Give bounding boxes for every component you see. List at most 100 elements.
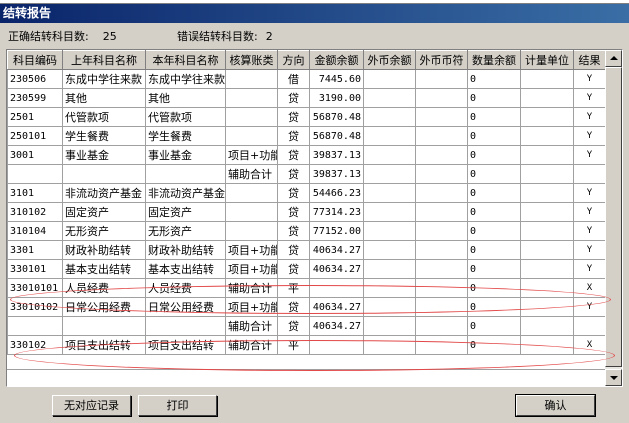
column-header[interactable]: 外币余额: [363, 50, 416, 70]
table-cell: [520, 126, 574, 146]
table-cell: 辅助合计: [225, 164, 278, 184]
table-cell: 东成中学往来款: [145, 69, 226, 89]
table-cell: 贷: [277, 240, 310, 260]
table-cell: [520, 145, 574, 165]
table-cell: 33010102: [7, 297, 63, 317]
table-row[interactable]: 330102 项目支出结转 项目支出结转 辅助合计平 0 X: [7, 335, 605, 355]
result-grid[interactable]: 科目编码 上年科目名称 本年科目名称 核算账类 方向 金额余额 外币余额 外币币符 数量余额 计量…: [6, 49, 623, 387]
scroll-thumb[interactable]: [605, 67, 622, 367]
scroll-down-button[interactable]: [605, 369, 622, 386]
table-cell: 学生餐费: [145, 126, 226, 146]
column-header[interactable]: 数量余额: [467, 50, 521, 70]
column-header[interactable]: 核算账类: [225, 50, 278, 70]
table-cell: [62, 316, 146, 336]
table-cell: [415, 240, 468, 260]
table-row[interactable]: 310102 固定资产 固定资产贷 77314.23 0 Y: [7, 202, 605, 222]
table-cell: [415, 259, 468, 279]
header-row: 科目编码 上年科目名称 本年科目名称 核算账类 方向 金额余额 外币余额 外币币符 数量余额 计量…: [7, 50, 605, 70]
table-cell: [520, 107, 574, 127]
table-cell: Y: [573, 259, 605, 279]
arrow-up-icon: [610, 56, 618, 60]
table-cell: 0: [467, 202, 521, 222]
table-cell: 财政补助结转: [62, 240, 146, 260]
table-cell: [225, 88, 278, 108]
table-cell: 项目+功能: [225, 145, 278, 165]
table-cell: Y: [573, 107, 605, 127]
table-cell: [225, 221, 278, 241]
table-cell: [520, 259, 574, 279]
table-cell: 项目+功能: [225, 297, 278, 317]
table-cell: [415, 335, 468, 355]
no-match-records-button[interactable]: 无对应记录: [52, 395, 131, 416]
column-header[interactable]: 外币币符: [415, 50, 468, 70]
confirm-button[interactable]: 确认: [515, 394, 596, 417]
table-cell: [520, 164, 574, 184]
column-header[interactable]: 方向: [277, 50, 310, 70]
table-cell: 230506: [7, 69, 63, 89]
table-row[interactable]: 3301 财政补助结转 财政补助结转 项目+功能贷 40634.27 0 Y: [7, 240, 605, 260]
table-cell: 贷: [277, 88, 310, 108]
table-row[interactable]: 33010102 日常公用经费 日常公用经费 项目+功能贷 40634.27 0 Y: [7, 297, 605, 317]
table-row[interactable]: 2501 代管款项 代管款项贷 56870.48 0 Y: [7, 107, 605, 127]
table-cell: [520, 88, 574, 108]
table-cell: [225, 126, 278, 146]
table-cell: X: [573, 335, 605, 355]
table-cell: [573, 164, 605, 184]
vertical-scrollbar[interactable]: [605, 50, 622, 386]
correct-count-value: 25: [102, 30, 117, 43]
column-header[interactable]: 金额余额: [309, 50, 364, 70]
table-cell: [363, 107, 416, 127]
table-cell: [363, 88, 416, 108]
table-cell: 贷: [277, 126, 310, 146]
table-cell: [145, 164, 226, 184]
table-body: 230506 东成中学往来款 东成中学往来款借 7445.60 0 Y 230599 其他 其他…: [7, 69, 605, 355]
table-row[interactable]: 辅助合计贷 40634.27 0: [7, 316, 605, 336]
table-cell: [415, 202, 468, 222]
table-cell: Y: [573, 221, 605, 241]
table-row[interactable]: 3101 非流动资产基金 非流动资产基金贷 54466.23 0 Y: [7, 183, 605, 203]
table-cell: 330101: [7, 259, 63, 279]
table-cell: 借: [277, 69, 310, 89]
column-header[interactable]: 上年科目名称: [62, 50, 146, 70]
table-cell: [415, 107, 468, 127]
table-row[interactable]: 33010101 人员经费 人员经费 辅助合计平 0 X: [7, 278, 605, 298]
table-row[interactable]: 230506 东成中学往来款 东成中学往来款借 7445.60 0 Y: [7, 69, 605, 89]
table-cell: 3001: [7, 145, 63, 165]
table-cell: 固定资产: [145, 202, 226, 222]
error-count-summary: 错误结转科目数: 2: [177, 29, 273, 45]
table-cell: [363, 145, 416, 165]
column-header[interactable]: 结果: [573, 50, 605, 70]
table-row[interactable]: 230599 其他 其他贷 3190.00 0 Y: [7, 88, 605, 108]
table-row[interactable]: 310104 无形资产 无形资产贷 77152.00 0 Y: [7, 221, 605, 241]
table-cell: [363, 297, 416, 317]
table-cell: [363, 164, 416, 184]
table-cell: 56870.48: [309, 107, 364, 127]
table-cell: [415, 183, 468, 203]
column-header[interactable]: 科目编码: [7, 50, 63, 70]
table-cell: 330102: [7, 335, 63, 355]
table-cell: Y: [573, 183, 605, 203]
table-cell: [363, 316, 416, 336]
print-button[interactable]: 打印: [138, 395, 217, 416]
table-cell: [415, 145, 468, 165]
table-cell: 0: [467, 259, 521, 279]
table-cell: [415, 297, 468, 317]
table-cell: 项目支出结转: [145, 335, 226, 355]
table-cell: 非流动资产基金: [62, 183, 146, 203]
table-cell: [225, 107, 278, 127]
column-header[interactable]: 计量单位: [520, 50, 574, 70]
table-row[interactable]: 250101 学生餐费 学生餐费贷 56870.48 0 Y: [7, 126, 605, 146]
table-cell: [7, 316, 63, 336]
column-header[interactable]: 本年科目名称: [145, 50, 226, 70]
table-cell: [7, 164, 63, 184]
table-row[interactable]: 330101 基本支出结转 基本支出结转 项目+功能贷 40634.27 0 Y: [7, 259, 605, 279]
table-cell: 贷: [277, 145, 310, 165]
table-cell: 项目+功能: [225, 240, 278, 260]
table-cell: 0: [467, 126, 521, 146]
table-cell: 代管款项: [62, 107, 146, 127]
table-row[interactable]: 3001 事业基金 事业基金 项目+功能贷 39837.13 0 Y: [7, 145, 605, 165]
table-cell: 56870.48: [309, 126, 364, 146]
scroll-up-button[interactable]: [605, 50, 622, 67]
grid-bottom-area: [7, 369, 605, 386]
table-row[interactable]: 辅助合计贷 39837.13 0: [7, 164, 605, 184]
